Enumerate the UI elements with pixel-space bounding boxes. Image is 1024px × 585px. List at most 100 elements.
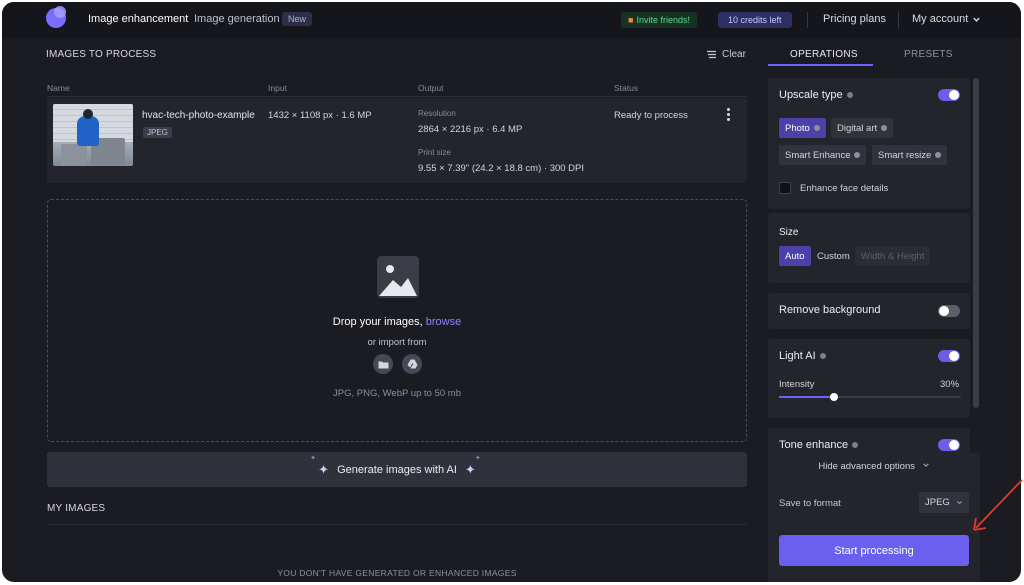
app-logo[interactable] bbox=[46, 6, 68, 30]
chip-label: Auto bbox=[785, 250, 805, 262]
size-option-auto[interactable]: Auto bbox=[779, 246, 811, 266]
file-name: hvac-tech-photo-example bbox=[142, 110, 255, 121]
drop-title: Drop your images, browse bbox=[48, 316, 746, 328]
supported-formats: JPG, PNG, WebP up to 50 mb bbox=[333, 388, 461, 399]
topbar-divider bbox=[807, 12, 808, 28]
remove-background-card: Remove background bbox=[768, 293, 970, 329]
more-options-icon[interactable] bbox=[725, 108, 731, 121]
chevron-down-icon bbox=[973, 17, 980, 22]
format-value: JPEG bbox=[925, 497, 950, 508]
info-icon[interactable] bbox=[819, 353, 826, 359]
chip-label: Custom bbox=[817, 250, 850, 262]
pricing-plans-link[interactable]: Pricing plans bbox=[823, 13, 886, 25]
column-header-output: Output bbox=[418, 83, 444, 93]
chip-label: Smart resize bbox=[878, 149, 932, 161]
start-processing-button[interactable]: Start processing bbox=[779, 535, 969, 566]
info-icon[interactable] bbox=[846, 92, 853, 98]
my-images-divider bbox=[47, 524, 747, 525]
hide-advanced-options-toggle[interactable]: Hide advanced options bbox=[768, 461, 980, 472]
clear-list-icon bbox=[707, 50, 716, 59]
generate-images-button[interactable]: ✦ ✦ Generate images with AI ✦ ✦ bbox=[47, 452, 747, 487]
my-account-menu[interactable]: My account bbox=[912, 13, 981, 25]
size-option-custom[interactable]: Custom bbox=[811, 246, 856, 266]
credits-label: 10 credits left bbox=[728, 15, 782, 25]
chip-label: Smart Enhance bbox=[785, 149, 851, 161]
images-to-process-title: IMAGES TO PROCESS bbox=[46, 49, 157, 60]
my-account-label: My account bbox=[912, 13, 969, 25]
image-thumbnail[interactable] bbox=[53, 104, 133, 166]
upscale-option-photo[interactable]: Photo bbox=[779, 118, 826, 138]
import-folder-button[interactable] bbox=[373, 354, 393, 374]
upscale-toggle[interactable] bbox=[938, 89, 960, 101]
remove-background-toggle[interactable] bbox=[938, 305, 960, 317]
header-divider bbox=[47, 96, 747, 97]
tone-enhance-title: Tone enhance bbox=[779, 439, 859, 451]
upscale-option-smart-resize[interactable]: Smart resize bbox=[872, 145, 948, 165]
tone-enhance-toggle[interactable] bbox=[938, 439, 960, 451]
info-icon bbox=[854, 152, 861, 158]
light-ai-label: Light AI bbox=[779, 350, 816, 362]
chip-label: Digital art bbox=[837, 122, 878, 134]
upscale-option-smart-enhance[interactable]: Smart Enhance bbox=[779, 145, 867, 165]
upscale-option-digital-art[interactable]: Digital art bbox=[831, 118, 894, 138]
panel-scrollbar[interactable] bbox=[973, 78, 979, 408]
enhance-face-label: Enhance face details bbox=[800, 183, 889, 194]
size-title: Size bbox=[779, 227, 798, 238]
tone-enhance-label: Tone enhance bbox=[779, 439, 849, 451]
generate-label: Generate images with AI bbox=[337, 463, 457, 476]
size-label: Size bbox=[779, 227, 799, 238]
enhance-face-checkbox[interactable] bbox=[779, 182, 791, 194]
slider-handle[interactable] bbox=[829, 393, 838, 401]
image-placeholder-icon bbox=[377, 256, 419, 298]
drop-instruction: Drop your images, bbox=[332, 316, 423, 328]
chip-label: Photo bbox=[785, 122, 810, 134]
my-images-title: MY IMAGES bbox=[47, 503, 106, 514]
status-text: Ready to process bbox=[614, 110, 688, 121]
empty-state-message: YOU DON'T HAVE GENERATED OR ENHANCED IMA… bbox=[277, 568, 517, 578]
light-ai-title: Light AI bbox=[779, 350, 826, 362]
info-icon bbox=[935, 152, 942, 158]
intensity-slider[interactable] bbox=[779, 393, 961, 401]
nav-image-enhancement[interactable]: Image enhancement bbox=[88, 13, 188, 25]
sparkle-icon: ✦ ✦ bbox=[464, 454, 481, 477]
format-select[interactable]: JPEG bbox=[919, 492, 969, 513]
input-size: 1432 × 1108 px · 1.6 MP bbox=[268, 110, 372, 121]
invite-friends-button[interactable]: ■ Invite friends! bbox=[621, 12, 697, 28]
import-google-drive-button[interactable] bbox=[402, 354, 422, 374]
column-header-name: Name bbox=[47, 83, 70, 93]
info-icon[interactable] bbox=[852, 442, 859, 448]
folder-icon bbox=[378, 361, 388, 368]
clear-button[interactable]: Clear bbox=[706, 49, 746, 60]
google-drive-icon bbox=[407, 359, 417, 369]
upscale-type-card: Upscale type Photo Digital art Smart Enh… bbox=[768, 78, 970, 209]
remove-background-label: Remove background bbox=[779, 304, 881, 316]
upscale-type-title: Upscale type bbox=[779, 89, 853, 101]
size-card: Size Auto Custom Width & Height bbox=[768, 213, 970, 283]
gift-icon: ■ bbox=[628, 15, 634, 25]
processing-footer: Hide advanced options Save to format JPE… bbox=[768, 453, 980, 582]
active-tab-indicator bbox=[768, 64, 873, 66]
tab-operations[interactable]: OPERATIONS bbox=[790, 49, 858, 60]
column-header-status: Status bbox=[614, 83, 639, 93]
tab-presets[interactable]: PRESETS bbox=[904, 49, 953, 60]
info-icon bbox=[881, 125, 888, 131]
print-size: 9.55 × 7.39" (24.2 × 18.8 cm) · 300 DPI bbox=[418, 163, 585, 174]
save-format-label: Save to format bbox=[779, 498, 841, 509]
print-size-label: Print size bbox=[418, 148, 451, 157]
chip-label: Width & Height bbox=[861, 250, 925, 262]
table-row[interactable]: hvac-tech-photo-example JPEG 1432 × 1108… bbox=[47, 98, 747, 183]
app-window: Image enhancement Image generation New ■… bbox=[2, 2, 1021, 582]
intensity-label: Intensity bbox=[779, 379, 815, 390]
advanced-options-label: Hide advanced options bbox=[818, 461, 915, 472]
browse-link[interactable]: browse bbox=[426, 316, 461, 328]
light-ai-toggle[interactable] bbox=[938, 350, 960, 362]
chevron-down-icon bbox=[922, 463, 929, 468]
credits-badge[interactable]: 10 credits left bbox=[718, 12, 792, 28]
size-option-width-height: Width & Height bbox=[855, 246, 931, 266]
panel-tabs: OPERATIONS PRESETS bbox=[768, 40, 982, 66]
intensity-value: 30% bbox=[940, 379, 960, 390]
nav-image-generation[interactable]: Image generation bbox=[194, 13, 280, 25]
drop-zone[interactable]: Drop your images, browse or import from … bbox=[47, 199, 747, 442]
light-ai-card: Light AI Intensity 30% bbox=[768, 339, 970, 418]
import-from-label: or import from bbox=[367, 337, 427, 348]
